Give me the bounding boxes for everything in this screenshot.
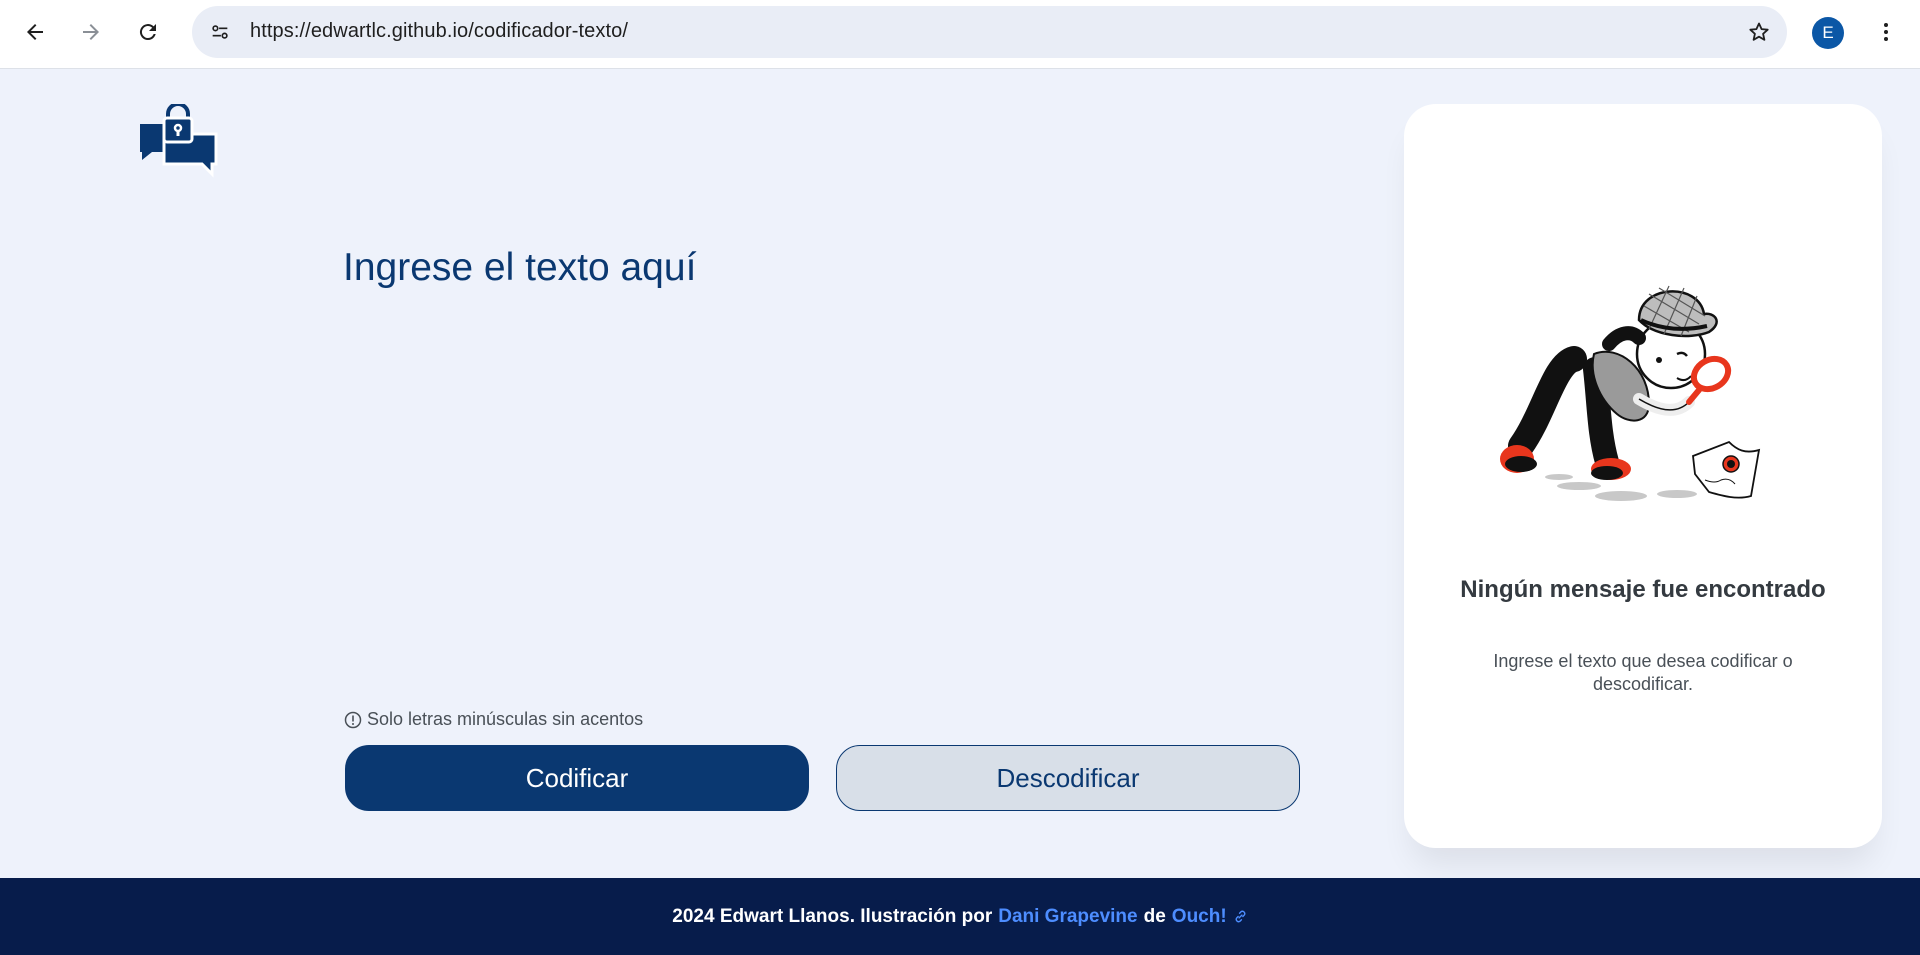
profile-avatar[interactable]: E bbox=[1812, 17, 1844, 49]
illustrator-link[interactable]: Dani Grapevine bbox=[998, 906, 1137, 928]
address-bar[interactable]: https://edwartlc.github.io/codificador-t… bbox=[192, 6, 1787, 58]
footer-connector: de bbox=[1143, 905, 1166, 927]
more-vert-icon bbox=[1884, 23, 1888, 41]
decode-button[interactable]: Descodificar bbox=[836, 745, 1300, 811]
reload-icon bbox=[139, 24, 156, 41]
tune-icon bbox=[212, 25, 228, 39]
info-circle-icon bbox=[344, 711, 362, 728]
link-icon[interactable] bbox=[1233, 909, 1248, 924]
detective-illustration bbox=[1500, 285, 1761, 501]
browser-menu-button[interactable] bbox=[1868, 12, 1904, 52]
result-text: Ingrese el texto que desea codificar o d… bbox=[1493, 651, 1793, 694]
footer: 2024 Edwart Llanos. Ilustración por Dani… bbox=[0, 878, 1920, 955]
reload-button[interactable] bbox=[128, 12, 168, 52]
site-info-button[interactable] bbox=[202, 14, 238, 50]
text-input[interactable] bbox=[343, 246, 1303, 686]
lock-chat-logo-icon bbox=[140, 104, 218, 178]
footer-credit: 2024 Edwart Llanos. Ilustración por bbox=[672, 905, 993, 927]
result-title: Ningún mensaje fue encontrado bbox=[1460, 576, 1826, 603]
source-link[interactable]: Ouch! bbox=[1172, 906, 1227, 928]
encode-button[interactable]: Codificar bbox=[345, 745, 809, 811]
input-hint: Solo letras minúsculas sin acentos bbox=[344, 709, 643, 730]
hint-text: Solo letras minúsculas sin acentos bbox=[367, 709, 644, 729]
star-icon bbox=[1749, 22, 1769, 41]
forward-button[interactable] bbox=[71, 12, 111, 52]
arrow-right-icon bbox=[83, 24, 99, 40]
arrow-left-icon bbox=[27, 24, 43, 40]
bookmark-button[interactable] bbox=[1741, 14, 1777, 50]
result-card: Ningún mensaje fue encontrado Ingrese el… bbox=[1404, 104, 1882, 848]
url-text[interactable]: https://edwartlc.github.io/codificador-t… bbox=[250, 20, 628, 43]
back-button[interactable] bbox=[15, 12, 55, 52]
browser-toolbar: https://edwartlc.github.io/codificador-t… bbox=[0, 0, 1920, 69]
